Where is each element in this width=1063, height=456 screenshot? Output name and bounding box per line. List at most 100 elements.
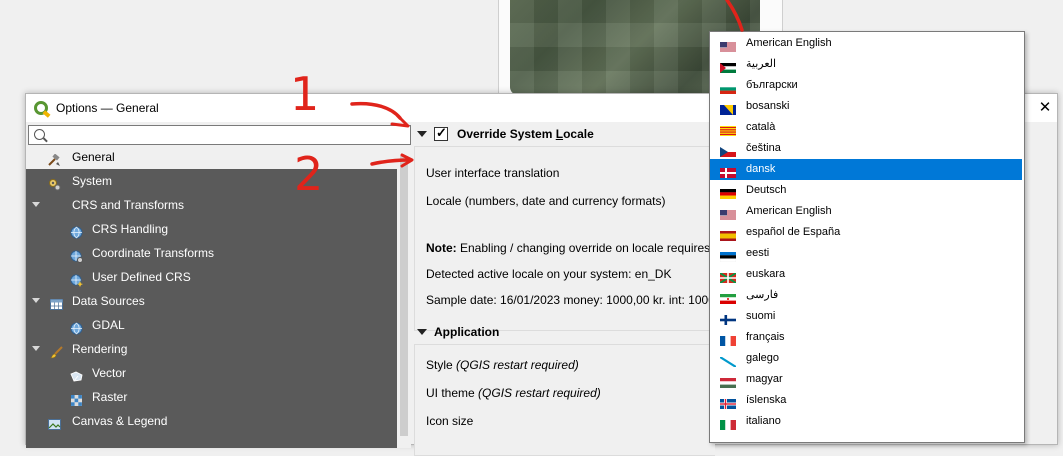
override-locale-title: Override System Locale: [457, 127, 594, 141]
search-icon: [34, 129, 45, 140]
sidebar-item-crs-and-transforms[interactable]: CRS and Transforms: [26, 193, 397, 217]
sidebar-item-label: Vector: [92, 366, 127, 380]
language-option-label: italiano: [746, 415, 781, 427]
us-flag-icon: [720, 207, 736, 220]
sidebar-item-label: Rendering: [72, 342, 128, 356]
language-option[interactable]: čeština: [710, 138, 1022, 159]
sidebar-item-label: User Defined CRS: [92, 270, 191, 284]
language-option-label: bosanski: [746, 100, 790, 112]
sidebar-item-label: Coordinate Transforms: [92, 246, 215, 260]
czech-flag-icon: [720, 144, 736, 157]
bulgaria-flag-icon: [720, 81, 736, 94]
sidebar-item-label: CRS Handling: [92, 222, 169, 236]
spain-flag-icon: [720, 228, 736, 241]
application-group: Style (QGIS restart required) UI theme (…: [414, 344, 715, 456]
collapse-arrow-icon[interactable]: [417, 131, 427, 137]
options-sidebar: General System CRS and Transforms CRS Handl…: [26, 145, 397, 448]
expand-arrow-icon[interactable]: [32, 346, 40, 351]
language-option-label: dansk: [746, 163, 776, 175]
sidebar-item-label: GDAL: [92, 318, 125, 332]
estonia-flag-icon: [719, 249, 737, 263]
sidebar-item-rendering[interactable]: Rendering: [26, 337, 397, 361]
finland-flag-icon: [720, 312, 736, 325]
language-option[interactable]: español de España: [710, 222, 1022, 243]
language-option[interactable]: Deutsch: [710, 180, 1022, 201]
language-option[interactable]: American English: [710, 33, 1022, 54]
ui-theme-label: UI theme (QGIS restart required): [426, 386, 601, 400]
language-option[interactable]: magyar: [710, 369, 1022, 390]
sidebar-item-coordinate-transforms[interactable]: Coordinate Transforms: [26, 241, 397, 265]
table-icon: [50, 295, 63, 310]
brush-icon: [50, 343, 63, 359]
hungary-flag-icon: [720, 375, 736, 388]
language-option-label: íslenska: [746, 394, 787, 406]
canvas-icon: [48, 415, 61, 430]
sidebar-item-label: CRS and Transforms: [72, 198, 185, 212]
language-option[interactable]: euskara: [710, 264, 1022, 285]
sidebar-item-general[interactable]: General: [26, 145, 397, 169]
search-input[interactable]: [49, 127, 403, 145]
language-option[interactable]: bosanski: [710, 96, 1022, 117]
language-dropdown-list[interactable]: American English العربية български bosanski…: [709, 31, 1025, 443]
language-option[interactable]: italiano: [710, 411, 1022, 432]
language-option[interactable]: suomi: [710, 306, 1022, 327]
language-option-label: American English: [746, 37, 832, 49]
locale-note: Note: Enabling / changing override on lo…: [426, 241, 744, 255]
hammer-wrench-icon: [48, 151, 61, 166]
sidebar-item-raster[interactable]: Raster: [26, 385, 397, 409]
language-option[interactable]: català: [710, 117, 1022, 138]
bosnia-flag-icon: [720, 102, 736, 115]
override-locale-header[interactable]: ✓ Override System Locale: [413, 123, 713, 145]
style-label: Style (QGIS restart required): [426, 358, 579, 372]
general-settings-panel: ✓ Override System Locale User interface …: [413, 122, 744, 456]
language-option[interactable]: العربية: [710, 54, 1022, 75]
application-title: Application: [434, 325, 500, 339]
germany-flag-icon: [720, 186, 736, 199]
sidebar-item-system[interactable]: System: [26, 169, 397, 193]
language-option[interactable]: eesti: [710, 243, 1022, 264]
language-option[interactable]: American English: [710, 201, 1022, 222]
language-option[interactable]: français: [710, 327, 1022, 348]
language-option-label: español de España: [746, 226, 841, 238]
sidebar-item-label: Data Sources: [72, 294, 145, 308]
application-header[interactable]: Application: [413, 321, 713, 343]
expand-arrow-icon[interactable]: [32, 298, 40, 303]
language-option-label: Deutsch: [746, 184, 787, 196]
language-option[interactable]: íslenska: [710, 390, 1022, 411]
sidebar-item-user-defined-crs[interactable]: User Defined CRS: [26, 265, 397, 289]
language-option-label: català: [746, 121, 776, 133]
sidebar-item-crs-handling[interactable]: CRS Handling: [26, 217, 397, 241]
denmark-flag-icon: [720, 165, 736, 178]
sidebar-item-data-sources[interactable]: Data Sources: [26, 289, 397, 313]
us-flag-icon: [720, 39, 736, 52]
checkmark-icon: ✓: [436, 125, 447, 140]
iran-flag-icon: [720, 291, 736, 304]
language-option[interactable]: فارسی: [710, 285, 1022, 306]
expand-arrow-icon[interactable]: [32, 202, 40, 207]
sidebar-item-gdal[interactable]: GDAL: [26, 313, 397, 337]
language-option-label: eesti: [746, 247, 770, 259]
search-box[interactable]: [28, 125, 411, 145]
catalonia-flag-icon: [720, 123, 736, 136]
language-option[interactable]: galego: [710, 348, 1022, 369]
language-option[interactable]: dansk: [710, 159, 1022, 180]
basque-flag-icon: [719, 270, 737, 284]
override-locale-group: User interface translation Locale (numbe…: [414, 146, 744, 331]
language-option[interactable]: български: [710, 75, 1022, 96]
language-option-label: български: [746, 79, 798, 91]
italy-flag-icon: [720, 417, 736, 430]
sidebar-item-canvas-legend[interactable]: Canvas & Legend: [26, 409, 397, 433]
scrollbar-thumb[interactable]: [400, 156, 408, 436]
arab-flag-icon: [720, 60, 736, 73]
sidebar-item-vector[interactable]: Vector: [26, 361, 397, 385]
override-locale-checkbox[interactable]: ✓: [434, 125, 448, 141]
collapse-arrow-icon[interactable]: [417, 329, 427, 335]
language-option-label: American English: [746, 205, 832, 217]
qgis-logo-icon: [34, 101, 48, 115]
detected-locale-text: Detected active locale on your system: e…: [426, 267, 672, 281]
language-option-label: čeština: [746, 142, 781, 154]
window-title: Options — General: [56, 101, 159, 115]
sidebar-item-label: General: [72, 150, 115, 164]
sidebar-scrollbar[interactable]: [397, 148, 411, 448]
close-button[interactable]: ✕: [1037, 100, 1053, 116]
